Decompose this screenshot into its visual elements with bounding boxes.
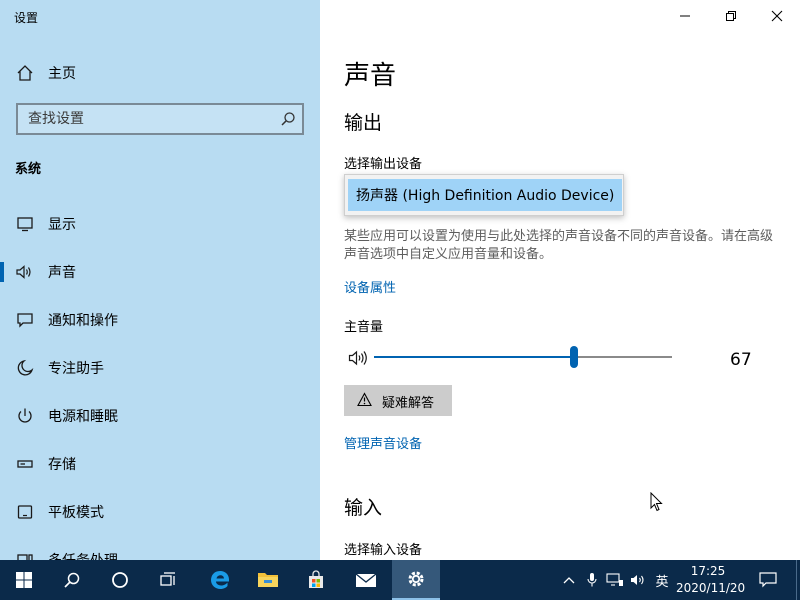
network-tray-button[interactable] [604,560,626,600]
cortana-button[interactable] [96,560,144,600]
settings-button[interactable] [392,560,440,600]
output-device-option[interactable]: 扬声器 (High Definition Audio Device) [348,179,622,211]
store-icon [309,570,323,588]
volume-tray-button[interactable] [628,560,650,600]
task-view-button[interactable] [144,560,192,600]
volume-value: 67 [730,350,752,370]
sidebar-item-sound[interactable]: 声音 [0,252,320,292]
start-button[interactable] [0,560,48,600]
search-input[interactable] [18,105,278,133]
page-title: 声音 [344,61,397,91]
output-device-dropdown[interactable]: 扬声器 (High Definition Audio Device) [344,174,624,216]
file-explorer-button[interactable] [244,560,292,600]
edge-icon [211,571,229,589]
sidebar-item-label: 电源和睡眠 [48,409,118,425]
search-box[interactable] [16,103,304,135]
home-icon [15,63,35,83]
master-volume-label: 主音量 [344,320,384,335]
output-heading: 输出 [344,112,383,134]
sidebar-item-power[interactable]: 电源和睡眠 [0,396,320,436]
input-device-label: 选择输入设备 [344,543,423,558]
search-icon[interactable] [280,111,296,127]
store-button[interactable] [292,560,340,600]
file-explorer-icon [258,573,278,587]
sidebar-item-label: 存储 [48,457,76,473]
sidebar-item-tablet-mode[interactable]: 平板模式 [0,492,320,532]
output-description: 某些应用可以设置为使用与此处选择的声音设备不同的声音设备。请在高级声音选项中自定… [344,229,774,262]
action-center-icon [759,572,777,588]
speaker-icon [15,262,35,282]
microphone-icon [587,573,597,587]
minimize-button[interactable] [662,0,708,32]
sidebar-item-label: 声音 [48,265,76,281]
master-volume-slider[interactable] [374,344,672,374]
section-label: 系统 [15,162,42,177]
input-heading: 输入 [344,497,383,519]
restore-button[interactable] [708,0,754,32]
slider-thumb[interactable] [570,346,578,368]
clock[interactable]: 17:25 2020/11/20 [676,563,746,597]
device-properties-link[interactable]: 设备属性 [344,277,396,296]
tablet-icon [15,502,35,522]
close-button[interactable] [754,0,800,32]
multitask-icon [15,550,35,560]
microphone-tray-button[interactable] [582,560,602,600]
settings-icon [408,571,424,587]
tray-overflow-button[interactable] [558,560,580,600]
clock-time: 17:25 [690,564,726,578]
troubleshoot-button[interactable]: 疑难解答 [344,385,452,416]
taskbar: 英 17:25 2020/11/20 [0,560,800,600]
main-panel: 声音 输出 选择输出设备 某些应用可以设置为使用与此处选择的声音设备不同的声音设… [320,0,800,560]
clock-date: 2020/11/20 [676,581,746,595]
cortana-icon [112,572,128,588]
volume-icon[interactable] [348,349,370,367]
network-icon [606,573,623,586]
taskbar-search-button[interactable] [48,560,96,600]
input-method-indicator[interactable]: 英 [652,560,672,600]
moon-icon [15,358,35,378]
display-icon [15,214,35,234]
sidebar-item-notifications[interactable]: 通知和操作 [0,300,320,340]
sidebar-item-label: 通知和操作 [48,313,118,329]
minimize-icon [680,15,690,17]
storage-icon [15,454,35,474]
sidebar-item-label: 多任务处理 [48,550,118,560]
sidebar-item-label: 专注助手 [48,361,104,377]
sidebar-item-label: 显示 [48,217,76,233]
edge-button[interactable] [196,560,244,600]
output-device-label: 选择输出设备 [344,157,423,172]
sidebar-item-label: 主页 [48,66,76,82]
window-title: 设置 [14,11,39,25]
notification-icon [15,310,35,330]
selection-indicator [0,262,4,282]
sidebar-item-multitasking[interactable]: 多任务处理 [0,540,320,560]
mail-button[interactable] [342,560,390,600]
show-desktop-button[interactable] [796,560,800,600]
task-view-icon [160,572,175,586]
troubleshoot-label: 疑难解答 [382,396,435,411]
warning-icon [357,392,372,407]
sidebar-item-storage[interactable]: 存储 [0,444,320,484]
restore-icon [726,11,736,21]
slider-fill [374,356,574,358]
sidebar: 设置 主页 系统 显示 声音 通知和操作 专注助手 [0,0,320,560]
sidebar-item-home[interactable]: 主页 [0,53,320,93]
close-icon [771,10,783,22]
mail-icon [355,573,377,587]
start-icon [16,572,32,588]
sidebar-item-focus-assist[interactable]: 专注助手 [0,348,320,388]
sidebar-item-display[interactable]: 显示 [0,204,320,244]
power-icon [15,406,35,426]
manage-sound-devices-link[interactable]: 管理声音设备 [344,433,422,452]
sidebar-item-label: 平板模式 [48,505,104,521]
volume-tray-icon [631,575,644,585]
mouse-cursor-icon [650,491,664,512]
action-center-button[interactable] [754,560,782,600]
chevron-up-icon [563,577,575,584]
search-icon [64,572,80,588]
